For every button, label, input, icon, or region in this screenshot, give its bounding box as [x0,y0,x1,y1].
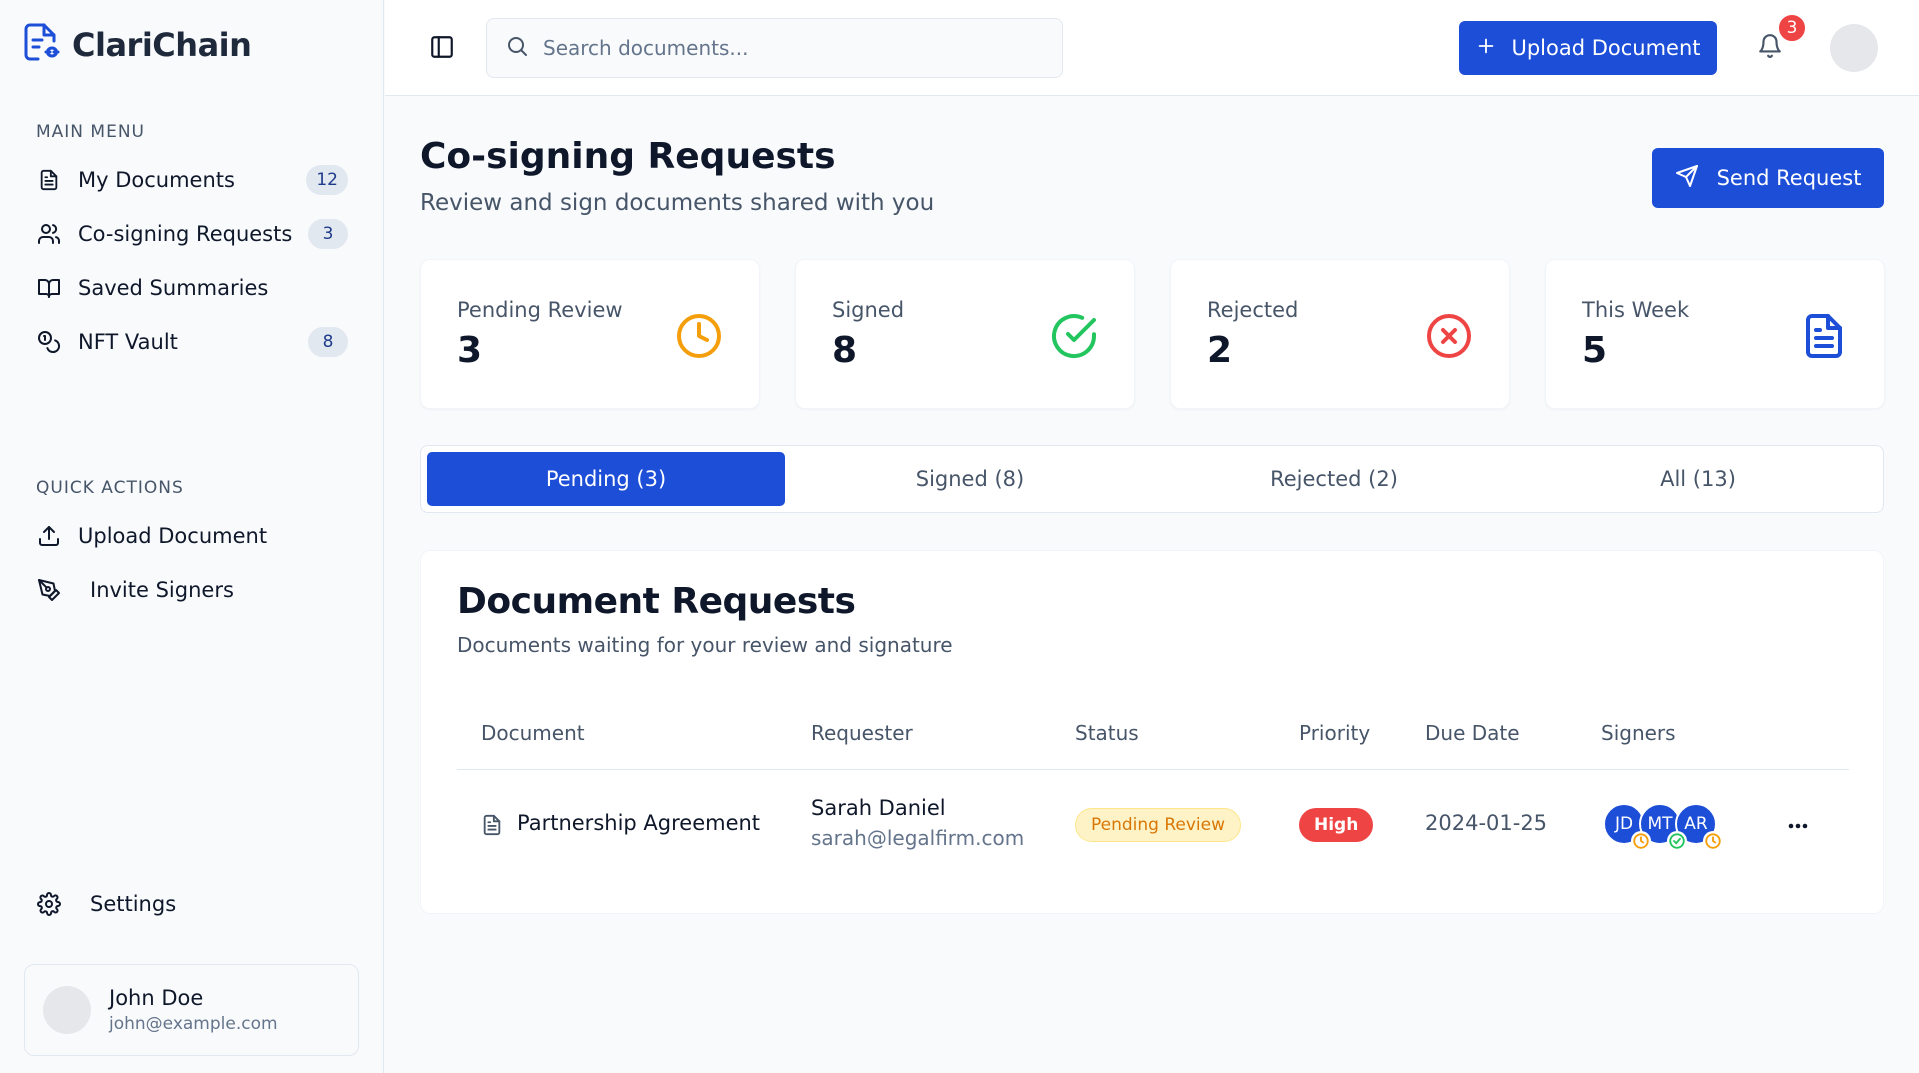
sidebar-item-label: Saved Summaries [78,276,269,300]
stat-card-signed: Signed 8 [795,259,1135,409]
file-text-icon [36,167,62,193]
upload-icon [36,523,62,549]
avatar[interactable] [1830,24,1878,72]
stat-value: 3 [457,330,483,371]
main-menu-title: MAIN MENU [36,122,145,142]
more-options-icon[interactable] [1783,811,1813,841]
sidebar-item-nft-vault[interactable]: NFT Vault 8 [36,322,348,362]
tab-all[interactable]: All (13) [1519,452,1877,506]
tab-pending[interactable]: Pending (3) [427,452,785,506]
check-circle-icon [1667,831,1687,851]
sidebar-item-label: My Documents [78,168,235,192]
sidebar-item-label: Upload Document [78,524,268,548]
stat-label: This Week [1582,298,1690,322]
panel-subtitle: Documents waiting for your review and si… [457,633,953,657]
quick-actions-title: QUICK ACTIONS [36,478,184,498]
search-icon [505,34,529,62]
column-header-requester: Requester [811,721,913,745]
priority-badge: High [1299,808,1374,842]
send-icon [1675,164,1699,193]
sidebar-item-label: NFT Vault [78,330,178,354]
stat-value: 8 [832,330,858,371]
column-header-due-date: Due Date [1425,721,1520,745]
document-icon [481,813,503,842]
table-header-divider [457,769,1849,770]
logo-icon [22,22,62,68]
sidebar-item-label: Settings [90,892,177,916]
panel-title: Document Requests [457,581,856,622]
app-logo[interactable]: ClariChain [22,22,252,68]
stat-card-this-week: This Week 5 [1545,259,1885,409]
avatar [43,986,91,1034]
column-header-priority: Priority [1299,721,1371,745]
notification-badge: 3 [1777,13,1807,43]
search-input[interactable] [543,36,1043,60]
check-circle-icon [1050,312,1098,360]
user-profile-card[interactable]: John Doe john@example.com [24,964,359,1056]
column-header-document: Document [481,721,585,745]
send-request-button[interactable]: Send Request [1652,148,1884,208]
stat-value: 2 [1207,330,1233,371]
tab-rejected[interactable]: Rejected (2) [1155,452,1513,506]
status-badge: Pending Review [1075,808,1242,842]
sidebar-item-settings[interactable]: Settings [36,884,348,924]
stat-value: 5 [1582,330,1608,371]
requester-email: sarah@legalfirm.com [811,826,1025,850]
stat-card-pending-review: Pending Review 3 [420,259,760,409]
sidebar: ClariChain MAIN MENU My Documents 12 Co-… [0,0,384,1073]
sidebar-item-my-documents[interactable]: My Documents 12 [36,160,348,200]
sidebar-item-co-signing-requests[interactable]: Co-signing Requests 3 [36,214,348,254]
book-open-icon [36,275,62,301]
plus-icon [1475,35,1497,62]
clock-icon [1631,831,1651,851]
due-date: 2024-01-25 [1425,811,1548,835]
column-header-status: Status [1075,721,1139,745]
document-name[interactable]: Partnership Agreement [517,811,760,835]
document-requests-panel: Document Requests Documents waiting for … [420,550,1884,914]
stat-label: Rejected [1207,298,1299,322]
upload-document-label: Upload Document [1511,36,1701,60]
search-bar[interactable] [486,18,1063,78]
pen-tool-icon [36,577,62,603]
top-header: Upload Document 3 [385,0,1919,96]
sidebar-item-invite-signers[interactable]: Invite Signers [36,570,348,610]
stat-label: Signed [832,298,905,322]
x-circle-icon [1425,312,1473,360]
user-name: John Doe [109,986,204,1010]
user-email: john@example.com [109,1014,278,1034]
column-header-signers: Signers [1601,721,1676,745]
requester-name: Sarah Daniel [811,796,946,820]
sidebar-toggle-icon[interactable] [429,34,457,62]
gear-icon [36,891,62,917]
count-badge: 3 [308,219,348,249]
tab-signed[interactable]: Signed (8) [791,452,1149,506]
page-subtitle: Review and sign documents shared with yo… [420,190,935,216]
count-badge: 8 [308,327,348,357]
coins-icon [36,329,62,355]
sidebar-item-saved-summaries[interactable]: Saved Summaries [36,268,348,308]
sidebar-item-label: Invite Signers [90,578,234,602]
users-icon [36,221,62,247]
clock-icon [675,312,723,360]
stat-card-rejected: Rejected 2 [1170,259,1510,409]
stat-label: Pending Review [457,298,623,322]
sidebar-item-upload-document[interactable]: Upload Document [36,516,348,556]
file-text-icon [1800,312,1848,360]
app-name: ClariChain [72,26,252,64]
status-tabs: Pending (3) Signed (8) Rejected (2) All … [420,445,1884,513]
sidebar-item-label: Co-signing Requests [78,222,293,246]
clock-icon [1703,831,1723,851]
send-request-label: Send Request [1716,166,1862,190]
count-badge: 12 [306,165,348,195]
page-title: Co-signing Requests [420,136,836,177]
upload-document-button[interactable]: Upload Document [1459,21,1717,75]
